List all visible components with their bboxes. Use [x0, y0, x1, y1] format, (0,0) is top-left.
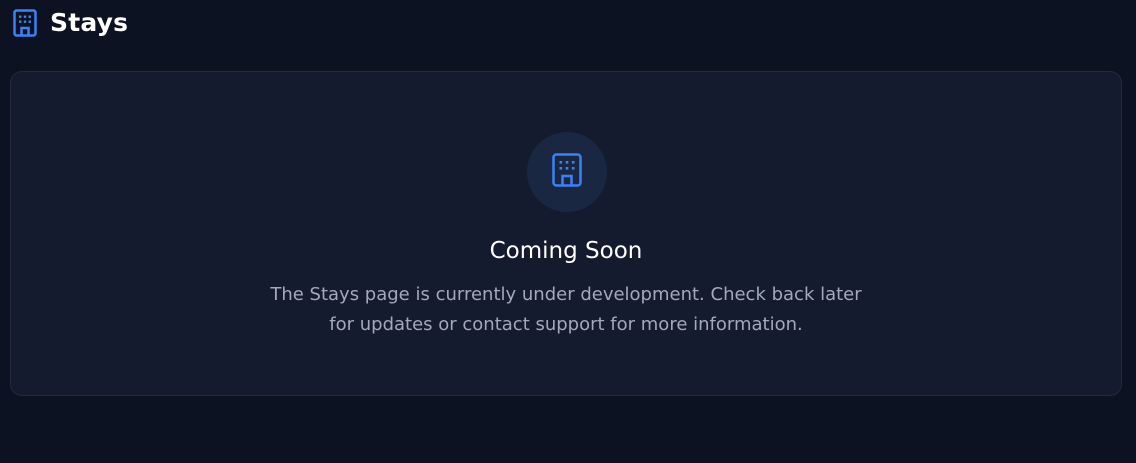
coming-soon-title: Coming Soon	[489, 238, 643, 264]
coming-soon-card: Coming Soon The Stays page is currently …	[10, 71, 1122, 396]
page-title: Stays	[50, 8, 129, 37]
placeholder-icon-badge	[527, 132, 607, 212]
building-icon	[12, 8, 38, 38]
stays-page: Stays Coming Soon The Stays page is curr…	[0, 0, 1136, 463]
page-header: Stays	[12, 6, 128, 40]
building-icon	[551, 152, 583, 192]
coming-soon-message: The Stays page is currently under develo…	[270, 284, 862, 335]
